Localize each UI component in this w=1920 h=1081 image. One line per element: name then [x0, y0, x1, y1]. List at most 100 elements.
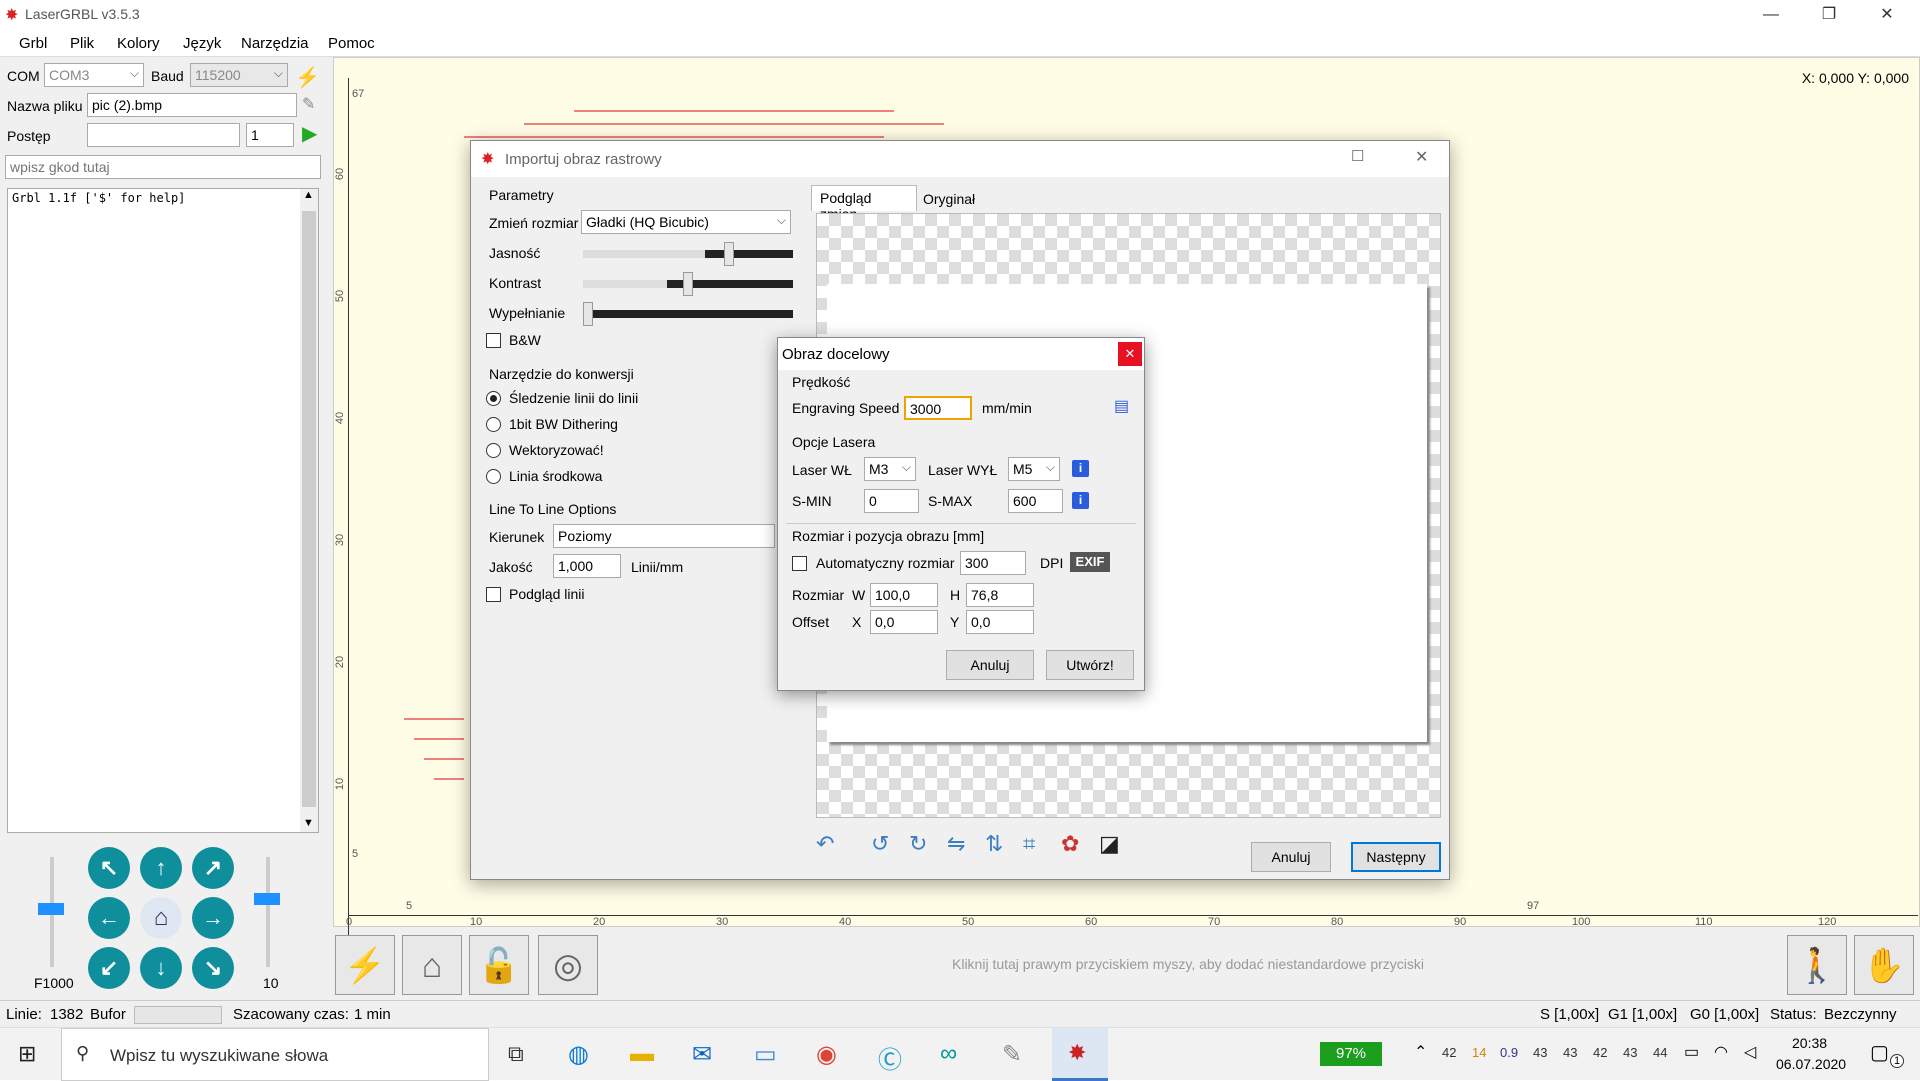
clock-date[interactable]: 06.07.2020	[1776, 1056, 1846, 1072]
g1-override[interactable]: G1 [1,00x]	[1608, 1006, 1677, 1023]
windows-start-icon[interactable]: ⊞	[18, 1041, 36, 1067]
rotate-left-icon[interactable]: ↺	[871, 831, 889, 857]
bw-checkbox[interactable]	[486, 333, 501, 348]
crop-icon[interactable]: ⌗	[1023, 831, 1035, 857]
g0-override[interactable]: G0 [1,00x]	[1690, 1006, 1759, 1023]
minimize-button[interactable]: —	[1748, 0, 1794, 29]
tab-preview[interactable]: Podgląd zmian	[811, 185, 917, 222]
taskbar-search[interactable]: ⚲ Wpisz tu wyszukiwane słowa	[61, 1028, 489, 1081]
tool-radio-vectorize[interactable]	[486, 443, 501, 458]
tray-expand-icon[interactable]: ⌃	[1414, 1042, 1427, 1062]
disconnect-icon[interactable]: ⚡	[295, 65, 320, 90]
battery-widget[interactable]: 97%	[1320, 1042, 1382, 1066]
run-icon[interactable]: ▶	[302, 121, 317, 146]
fill-thumb[interactable]	[583, 302, 593, 326]
wifi-icon[interactable]: ◠	[1714, 1042, 1728, 1062]
height-field[interactable]: 76,8	[966, 583, 1034, 607]
flip-horizontal-icon[interactable]: ⇋	[947, 831, 965, 857]
width-field[interactable]: 100,0	[870, 583, 938, 607]
book-icon[interactable]: ▤	[1114, 396, 1129, 416]
menu-narzedzia[interactable]: Narzędzia	[241, 35, 309, 52]
ccleaner-icon[interactable]: Ⓒ	[878, 1040, 902, 1075]
scrollbar-thumb[interactable]	[302, 211, 316, 807]
menu-jezyk[interactable]: Język	[183, 35, 221, 52]
import-next-button[interactable]: Następny	[1351, 842, 1441, 872]
tool-radio-line2line[interactable]	[486, 391, 501, 406]
jog-nw-button[interactable]: ↖	[88, 847, 130, 889]
file-explorer-icon[interactable]: ▬	[630, 1040, 654, 1068]
auto-size-checkbox[interactable]	[792, 556, 807, 571]
volume-icon[interactable]: ◁	[1744, 1042, 1756, 1062]
paint-icon[interactable]: ✎	[1002, 1040, 1022, 1069]
contrast-thumb[interactable]	[683, 272, 693, 296]
laser-on-select[interactable]: M3 ⌵	[864, 457, 916, 481]
chrome-icon[interactable]: ◉	[816, 1040, 837, 1069]
rotate-back-icon[interactable]: ↶	[816, 831, 834, 857]
s-override[interactable]: S [1,00x]	[1540, 1006, 1599, 1023]
open-file-icon[interactable]: ✎	[302, 94, 315, 114]
brightness-thumb[interactable]	[724, 242, 734, 266]
edge-icon[interactable]: ◍	[568, 1040, 589, 1069]
close-button[interactable]: ✕	[1415, 147, 1428, 167]
mail-icon[interactable]: ✉	[692, 1040, 712, 1069]
offset-y-field[interactable]: 0,0	[966, 610, 1034, 634]
rotate-right-icon[interactable]: ↻	[909, 831, 927, 857]
task-view-icon[interactable]: ⧉	[508, 1041, 524, 1067]
step-slider-thumb[interactable]	[254, 893, 280, 905]
brightness-slider[interactable]	[583, 250, 793, 258]
laptop-icon[interactable]: ▭	[754, 1040, 777, 1069]
smax-field[interactable]: 600	[1008, 489, 1063, 513]
jog-e-button[interactable]: →	[192, 897, 234, 939]
dpi-field[interactable]: 300	[960, 551, 1026, 575]
menu-plik[interactable]: Plik	[70, 35, 94, 52]
color-fix-icon[interactable]: ✿	[1061, 831, 1079, 857]
maximize-button[interactable]: ☐	[1351, 147, 1364, 165]
create-button[interactable]: Utwórz!	[1046, 650, 1134, 680]
run-laser-button[interactable]: ⚡	[335, 935, 395, 995]
home-button[interactable]: ⌂	[140, 897, 182, 939]
menu-grbl[interactable]: Grbl	[19, 35, 47, 52]
import-cancel-button[interactable]: Anuluj	[1251, 842, 1331, 872]
jog-ne-button[interactable]: ↗	[192, 847, 234, 889]
jog-n-button[interactable]: ↑	[140, 847, 182, 889]
laser-off-select[interactable]: M5 ⌵	[1008, 457, 1060, 481]
baud-select[interactable]: 115200 ⌵	[190, 63, 288, 87]
info-icon[interactable]: i	[1072, 492, 1089, 509]
tab-original[interactable]: Oryginał	[917, 188, 987, 211]
lasergrbl-taskbar-button[interactable]: ✸	[1052, 1028, 1108, 1081]
close-button[interactable]: ✕	[1118, 342, 1142, 366]
exif-button[interactable]: EXIF	[1070, 552, 1110, 572]
copies-stepper[interactable]: 1	[246, 123, 294, 147]
scroll-up-icon[interactable]: ▲	[303, 189, 314, 201]
speed-field[interactable]: 3000	[904, 396, 972, 420]
jog-w-button[interactable]: ←	[88, 897, 130, 939]
feed-slider-thumb[interactable]	[38, 903, 64, 915]
scroll-down-icon[interactable]: ▼	[303, 817, 314, 829]
step-slider[interactable]	[266, 857, 270, 967]
stop-hand-icon[interactable]: ✋	[1854, 935, 1914, 995]
line-preview-checkbox[interactable]	[486, 587, 501, 602]
restore-button[interactable]: ❐	[1806, 0, 1852, 29]
target-cancel-button[interactable]: Anuluj	[946, 650, 1034, 680]
jog-sw-button[interactable]: ↙	[88, 947, 130, 989]
close-button[interactable]: ✕	[1864, 0, 1910, 29]
filename-field[interactable]: pic (2).bmp	[87, 93, 297, 117]
com-select[interactable]: COM3 ⌵	[44, 63, 144, 87]
battery-icon[interactable]: ▭	[1684, 1042, 1699, 1062]
globe-icon[interactable]: ◎	[538, 935, 598, 995]
unlock-button[interactable]: 🔓	[469, 935, 529, 995]
menu-kolory[interactable]: Kolory	[117, 35, 160, 52]
arduino-icon[interactable]: ∞	[940, 1040, 957, 1068]
direction-select[interactable]: Poziomy	[553, 524, 775, 548]
info-icon[interactable]: i	[1072, 460, 1089, 477]
resize-select[interactable]: Gładki (HQ Bicubic) ⌵	[581, 210, 791, 234]
flip-vertical-icon[interactable]: ⇅	[985, 831, 1003, 857]
tool-radio-dithering[interactable]	[486, 417, 501, 432]
menu-pomoc[interactable]: Pomoc	[328, 35, 375, 52]
jog-se-button[interactable]: ↘	[192, 947, 234, 989]
invert-icon[interactable]: ◪	[1099, 831, 1120, 857]
gcode-input[interactable]	[5, 155, 321, 179]
notifications-icon[interactable]: ▢	[1870, 1040, 1889, 1065]
tool-radio-centerline[interactable]	[486, 469, 501, 484]
jog-s-button[interactable]: ↓	[140, 947, 182, 989]
